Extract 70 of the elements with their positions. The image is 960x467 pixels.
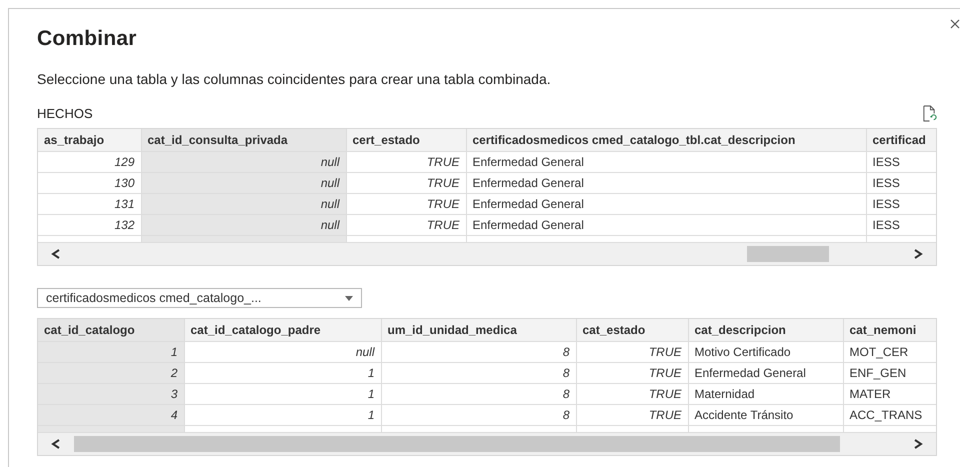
table-cell: 8 xyxy=(381,404,576,426)
table-cell: null xyxy=(184,342,381,362)
table-cell: Enfermedad General xyxy=(688,362,843,384)
table-cell: Enfermedad General xyxy=(466,152,866,172)
table-cell: null xyxy=(141,214,346,236)
table-cell: 1 xyxy=(184,404,381,426)
table-cell: null xyxy=(141,172,346,194)
table-cell: TRUE xyxy=(576,404,688,426)
table-cell: 131 xyxy=(38,194,141,214)
table-cell: IESS xyxy=(866,194,936,214)
table-cell: Enfermedad General xyxy=(466,172,866,194)
table-cell: 8 xyxy=(381,362,576,384)
table-cell: 1 xyxy=(38,342,184,362)
table-cell: IESS xyxy=(866,152,936,172)
table-cell: TRUE xyxy=(576,342,688,362)
table-cell: 1 xyxy=(184,384,381,404)
table-cell: TRUE xyxy=(346,214,466,236)
scroll-right-icon[interactable] xyxy=(912,248,924,260)
column-header[interactable]: cat_descripcion xyxy=(688,319,843,342)
table-cell: Accidente Tránsito xyxy=(688,404,843,426)
caret-icon xyxy=(345,296,353,300)
column-header[interactable]: certificadosmedicos cmed_catalogo_tbl.cat_descripcion xyxy=(466,129,866,152)
column-header[interactable]: as_trabajo xyxy=(38,129,141,152)
close-icon[interactable] xyxy=(950,19,960,29)
table-dropdown[interactable]: certificadosmedicos cmed_catalogo_... xyxy=(37,288,362,308)
scrollbar-thumb[interactable] xyxy=(747,246,829,262)
table-cell: null xyxy=(141,194,346,214)
table-cell: 4 xyxy=(38,404,184,426)
table-cell: IESS xyxy=(866,214,936,236)
table-cell: 2 xyxy=(38,362,184,384)
table-cell: ENF_GEN xyxy=(843,362,936,384)
table-cell: 3 xyxy=(38,384,184,404)
table-cell: 1 xyxy=(184,362,381,384)
column-header[interactable]: cat_estado xyxy=(576,319,688,342)
column-header[interactable]: certificad xyxy=(866,129,936,152)
column-header[interactable]: cat_id_catalogo_padre xyxy=(184,319,381,342)
table-cell: TRUE xyxy=(346,172,466,194)
table-cell: TRUE xyxy=(576,384,688,404)
table-cell: 132 xyxy=(38,214,141,236)
table-cell: Enfermedad General xyxy=(466,214,866,236)
table-cell: Motivo Certificado xyxy=(688,342,843,362)
scroll-left-icon[interactable] xyxy=(50,248,62,260)
column-header[interactable]: um_id_unidad_medica xyxy=(381,319,576,342)
table-cell: 8 xyxy=(381,342,576,362)
table-cell: 130 xyxy=(38,172,141,194)
dialog-title: Combinar xyxy=(37,27,138,51)
column-header[interactable]: cat_nemoni xyxy=(843,319,936,342)
table-cell: TRUE xyxy=(346,152,466,172)
table-cell: MOT_CER xyxy=(843,342,936,362)
table-cell: Enfermedad General xyxy=(466,194,866,214)
table-cell: null xyxy=(141,152,346,172)
table-cell: 129 xyxy=(38,152,141,172)
table-cell: TRUE xyxy=(346,194,466,214)
column-header[interactable]: cert_estado xyxy=(346,129,466,152)
horizontal-scrollbar[interactable] xyxy=(38,242,936,265)
scroll-left-icon[interactable] xyxy=(50,438,62,450)
table-cell: MATER xyxy=(843,384,936,404)
table-cell: Maternidad xyxy=(688,384,843,404)
scrollbar-thumb[interactable] xyxy=(74,436,840,452)
refresh-document-icon[interactable] xyxy=(922,105,937,122)
column-header[interactable]: cat_id_catalogo xyxy=(38,319,184,342)
table-cell: TRUE xyxy=(576,362,688,384)
column-header[interactable]: cat_id_consulta_privada xyxy=(141,129,346,152)
scroll-right-icon[interactable] xyxy=(912,438,924,450)
table-name: HECHOS xyxy=(37,106,93,121)
horizontal-scrollbar[interactable] xyxy=(38,432,936,455)
table-cell: ACC_TRANS xyxy=(843,404,936,426)
dialog-description: Seleccione una tabla y las columnas coincidentes para crear una tabla combinada. xyxy=(37,71,552,87)
table-cell: IESS xyxy=(866,172,936,194)
table-cell: 8 xyxy=(381,384,576,404)
